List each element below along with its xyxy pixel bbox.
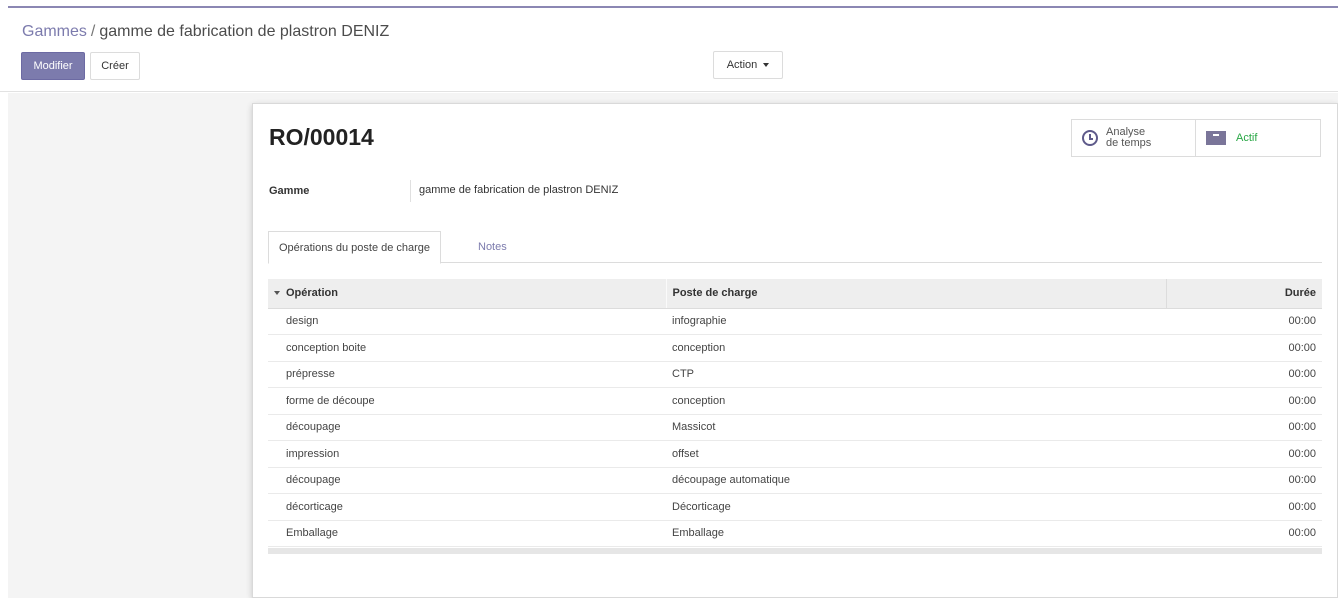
- column-header-workcenter[interactable]: Poste de charge: [665, 279, 1166, 309]
- cell-workcenter: offset: [666, 440, 1166, 468]
- cell-workcenter: conception: [666, 387, 1166, 415]
- cell-operation: découpage: [268, 414, 666, 441]
- field-divider: [410, 180, 411, 202]
- table-header-row: Opération Poste de charge Durée: [268, 279, 1322, 309]
- cell-duration: 00:00: [1166, 467, 1322, 494]
- gamme-field-value: gamme de fabrication de plastron DENIZ: [419, 184, 619, 196]
- cell-operation: Emballage: [268, 520, 666, 547]
- cell-workcenter: Décorticage: [666, 493, 1166, 521]
- table-row[interactable]: découpage découpage automatique 00:00: [268, 467, 1322, 494]
- operations-table: Opération Poste de charge Durée design in…: [268, 279, 1322, 547]
- cell-operation: forme de découpe: [268, 387, 666, 415]
- table-row[interactable]: design infographie 00:00: [268, 308, 1322, 335]
- control-panel: Gammes / gamme de fabrication de plastron …: [0, 8, 1338, 92]
- cell-workcenter: Emballage: [666, 520, 1166, 547]
- cell-operation: prépresse: [268, 361, 666, 388]
- time-analysis-label: Analyse de temps: [1106, 126, 1152, 149]
- gamme-field-label: Gamme: [269, 185, 310, 197]
- active-toggle-button[interactable]: Actif: [1196, 120, 1320, 156]
- create-button[interactable]: Créer: [90, 52, 140, 80]
- cell-operation: design: [268, 308, 666, 335]
- action-label: Action: [726, 59, 758, 71]
- table-row[interactable]: conception boite conception 00:00: [268, 334, 1322, 362]
- archive-icon: [1206, 131, 1226, 145]
- time-analysis-button[interactable]: Analyse de temps: [1072, 120, 1196, 156]
- caret-down-icon: [763, 63, 770, 68]
- cell-duration: 00:00: [1166, 414, 1322, 441]
- notebook-tabs: Opérations du poste de charge Notes: [268, 231, 1322, 264]
- tab-notes[interactable]: Notes: [468, 231, 517, 263]
- active-label: Actif: [1236, 132, 1258, 144]
- cell-operation: conception boite: [268, 334, 666, 362]
- cell-duration: 00:00: [1166, 387, 1322, 415]
- table-row[interactable]: prépresse CTP 00:00: [268, 361, 1322, 388]
- breadcrumb: Gammes / gamme de fabrication de plastron …: [22, 23, 389, 41]
- cell-workcenter: CTP: [666, 361, 1166, 388]
- table-row[interactable]: Emballage Emballage 00:00: [268, 520, 1322, 547]
- form-sheet: Analyse de temps Actif RO/00014 Gamme gam…: [252, 103, 1338, 598]
- cell-workcenter: Massicot: [666, 414, 1166, 441]
- cell-duration: 00:00: [1166, 308, 1322, 335]
- breadcrumb-separator: /: [90, 23, 96, 40]
- cell-duration: 00:00: [1166, 440, 1322, 468]
- sort-down-icon: [274, 291, 280, 296]
- table-row[interactable]: impression offset 00:00: [268, 440, 1322, 468]
- table-row[interactable]: décorticage Décorticage 00:00: [268, 493, 1322, 521]
- cell-duration: 00:00: [1166, 334, 1322, 362]
- clock-icon: [1082, 130, 1098, 146]
- cell-operation: impression: [268, 440, 666, 468]
- column-header-operation[interactable]: Opération: [268, 279, 666, 309]
- edit-button[interactable]: Modifier: [21, 52, 85, 80]
- tab-operations[interactable]: Opérations du poste de charge: [268, 231, 442, 264]
- cell-workcenter: infographie: [666, 308, 1166, 335]
- smart-button-box: Analyse de temps Actif: [1071, 119, 1321, 157]
- table-footer: [268, 548, 1322, 554]
- action-dropdown-button[interactable]: Action: [713, 51, 783, 79]
- cell-duration: 00:00: [1166, 520, 1322, 547]
- record-reference: RO/00014: [269, 124, 374, 150]
- cell-operation: décorticage: [268, 493, 666, 521]
- table-row[interactable]: forme de découpe conception 00:00: [268, 387, 1322, 415]
- cell-operation: découpage: [268, 467, 666, 494]
- table-row[interactable]: découpage Massicot 00:00: [268, 414, 1322, 441]
- cell-duration: 00:00: [1166, 493, 1322, 521]
- cell-workcenter: découpage automatique: [666, 467, 1166, 494]
- cell-duration: 00:00: [1166, 361, 1322, 388]
- column-header-duration[interactable]: Durée: [1165, 279, 1322, 309]
- breadcrumb-parent-link[interactable]: Gammes: [22, 23, 87, 40]
- breadcrumb-current: gamme de fabrication de plastron DENIZ: [99, 23, 390, 40]
- cell-workcenter: conception: [666, 334, 1166, 362]
